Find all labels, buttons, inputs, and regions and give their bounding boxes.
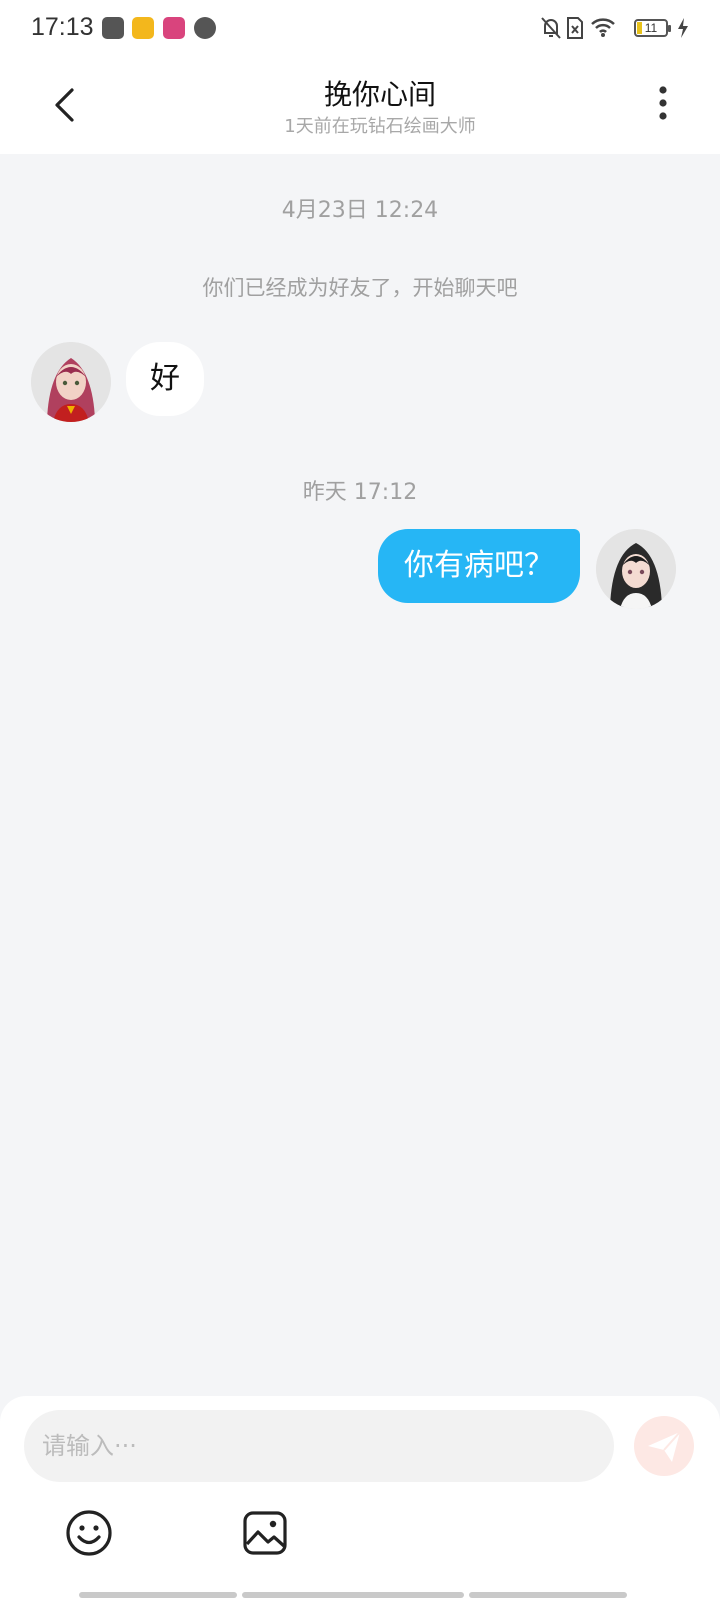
battery-icon: 11 (634, 19, 671, 37)
chat-area[interactable]: 4月23日 12:24 你们已经成为好友了，开始聊天吧 好 昨天 17:12 你… (0, 154, 720, 1396)
compass-app-icon (194, 17, 216, 39)
wifi-icon (590, 16, 616, 42)
image-icon (240, 1511, 290, 1562)
more-button[interactable] (656, 82, 696, 132)
emoji-button[interactable] (64, 1508, 114, 1558)
message-input[interactable] (24, 1410, 614, 1482)
chat-title: 挽你心间 (323, 78, 436, 111)
chat-header: 挽你心间 1天前在玩钻石绘画大师 (0, 58, 720, 154)
avatar-image (596, 529, 676, 609)
charging-icon (677, 18, 689, 42)
message-text: 你有病吧？ (404, 548, 554, 583)
message-bubble-outgoing[interactable]: 你有病吧？ (378, 529, 580, 603)
scissors-app-icon (102, 17, 124, 39)
anime-app-icon (163, 17, 185, 39)
no-sim-icon (566, 16, 584, 42)
mute-bell-icon (540, 16, 562, 42)
status-time: 17:13 (31, 13, 94, 41)
message-bubble-incoming[interactable]: 好 (126, 342, 204, 416)
more-vertical-icon (656, 86, 696, 136)
send-button[interactable] (634, 1416, 694, 1476)
image-button[interactable] (240, 1508, 290, 1558)
timestamp: 4月23日 12:24 (281, 198, 439, 223)
gesture-bar (469, 1592, 627, 1598)
timestamp: 昨天 17:12 (302, 480, 418, 505)
paper-plane-icon (634, 1431, 694, 1480)
status-bar: 17:13 11 (0, 0, 720, 58)
chat-subtitle: 1天前在玩钻石绘画大师 (284, 116, 476, 137)
avatar[interactable] (31, 342, 111, 422)
smiley-icon (64, 1510, 114, 1562)
message-text: 好 (150, 361, 180, 396)
system-message: 你们已经成为好友了，开始聊天吧 (202, 276, 518, 300)
my-avatar[interactable] (596, 529, 676, 609)
gesture-bar (79, 1592, 237, 1598)
weibo-app-icon (132, 17, 154, 39)
battery-level: 11 (644, 21, 658, 35)
gesture-bar (242, 1592, 464, 1598)
input-area (0, 1396, 720, 1600)
avatar-image (31, 342, 111, 422)
